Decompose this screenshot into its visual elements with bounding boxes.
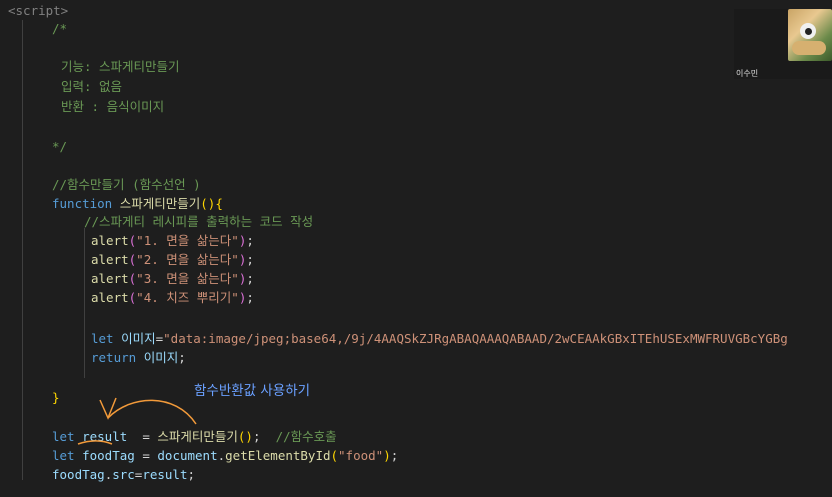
code-editor[interactable]: <script> /* 기능: 스파게티만들기 입력: 없음 반환 : 음식이미… [0,0,832,497]
underline-stroke [77,440,113,445]
arrow-curve [107,399,197,425]
participant-name: 이수민 [736,69,759,78]
avatar [788,9,832,61]
video-thumbnail[interactable]: 이수민 [734,9,832,79]
annotation-scribble [77,397,197,445]
checkmark-icon [99,397,117,420]
